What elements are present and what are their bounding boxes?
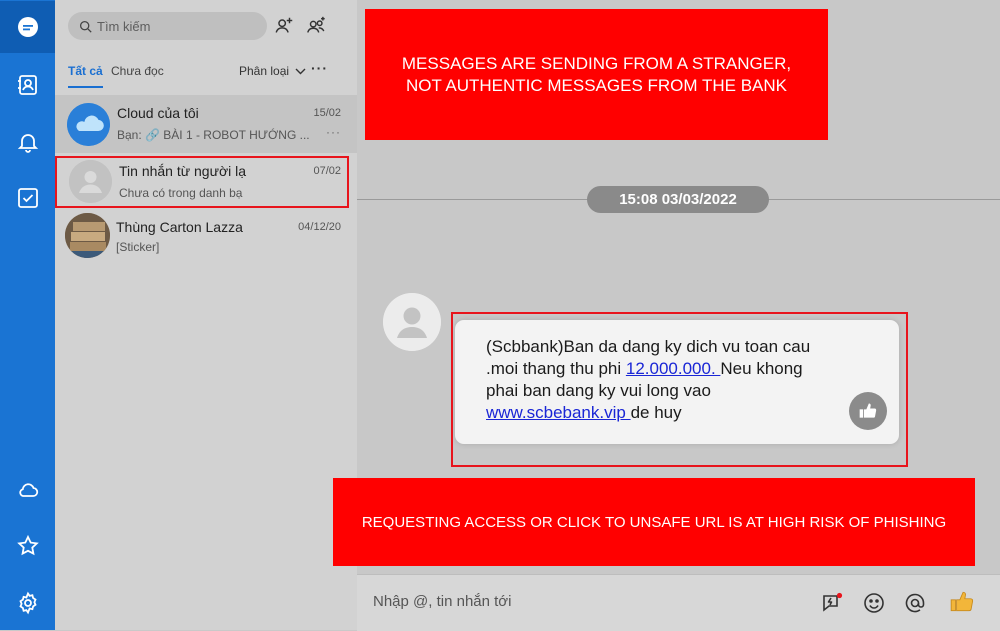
nav-messages[interactable]: [0, 1, 55, 53]
nav-contacts[interactable]: [0, 59, 55, 111]
nav-notifications[interactable]: [0, 116, 55, 168]
warning-banner-stranger: MESSAGES ARE SENDING FROM A STRANGER, NO…: [365, 9, 828, 140]
cloud-icon: [18, 483, 38, 497]
warning-text: MESSAGES ARE SENDING FROM A STRANGER, NO…: [401, 53, 792, 95]
add-friend-icon[interactable]: [273, 15, 295, 37]
nav-rail: [0, 0, 55, 630]
nav-todo[interactable]: [0, 172, 55, 224]
conversation-name: Cloud của tôi: [117, 105, 199, 121]
chevron-down-icon: [295, 68, 306, 74]
highlight-suspicious-message: [451, 312, 908, 467]
date-separator: 15:08 03/03/2022: [587, 186, 769, 213]
nav-settings[interactable]: [0, 577, 55, 629]
active-tab-indicator: [68, 86, 103, 88]
search-icon: [79, 20, 92, 33]
chat-bubble-icon: [17, 17, 38, 37]
nav-cloud[interactable]: [0, 464, 55, 516]
search-input[interactable]: [97, 18, 257, 34]
quick-message-icon[interactable]: [820, 591, 844, 615]
create-group-icon[interactable]: [305, 15, 327, 37]
filter-dropdown[interactable]: Phân loại: [239, 64, 306, 78]
conversation-item[interactable]: Cloud của tôi 15/02 Bạn: 🔗 BÀI 1 - ROBOT…: [55, 95, 357, 153]
conversation-date: 04/12/20: [298, 221, 341, 233]
contacts-icon: [17, 75, 37, 95]
conversation-item[interactable]: Thùng Carton Lazza 04/12/20 [Sticker]: [55, 209, 357, 267]
cloud-icon: [67, 103, 110, 146]
conversation-tabs: Tất cả Chưa đọc Phân loại ···: [55, 58, 357, 88]
message-input[interactable]: [373, 593, 793, 610]
cloud-avatar: [67, 103, 110, 146]
conversation-date: 15/02: [313, 107, 341, 119]
todo-icon: [17, 188, 38, 208]
conversation-name: Thùng Carton Lazza: [116, 219, 243, 235]
tab-all[interactable]: Tất cả: [68, 64, 103, 78]
warning-text: REQUESTING ACCESS OR CLICK TO UNSAFE URL…: [361, 513, 947, 531]
more-options-button[interactable]: ···: [311, 60, 328, 76]
sender-avatar: [383, 293, 441, 351]
highlight-stranger-conversation: [55, 156, 349, 208]
bell-icon: [17, 134, 38, 153]
conversation-preview: [Sticker]: [116, 240, 160, 254]
carton-avatar: [65, 213, 110, 258]
box-photo-icon: [65, 213, 110, 258]
conversation-sidebar: Tất cả Chưa đọc Phân loại ··· Cloud của …: [55, 0, 358, 630]
settings-icon: [18, 591, 37, 615]
thumbs-up-icon[interactable]: [949, 589, 975, 615]
nav-favorites[interactable]: [0, 520, 55, 572]
emoji-icon[interactable]: [862, 591, 886, 615]
search-box[interactable]: [68, 12, 267, 40]
user-placeholder-icon: [383, 293, 441, 351]
mention-icon[interactable]: [903, 591, 927, 615]
composer: [357, 574, 1000, 631]
tab-unread[interactable]: Chưa đọc: [111, 64, 164, 78]
filter-label: Phân loại: [239, 64, 290, 78]
conversation-more-button[interactable]: ···: [326, 125, 341, 139]
star-icon: [16, 534, 39, 556]
conversation-preview: Bạn: 🔗 BÀI 1 - ROBOT HƯỚNG ...: [117, 128, 310, 142]
warning-banner-phishing: REQUESTING ACCESS OR CLICK TO UNSAFE URL…: [333, 478, 975, 566]
